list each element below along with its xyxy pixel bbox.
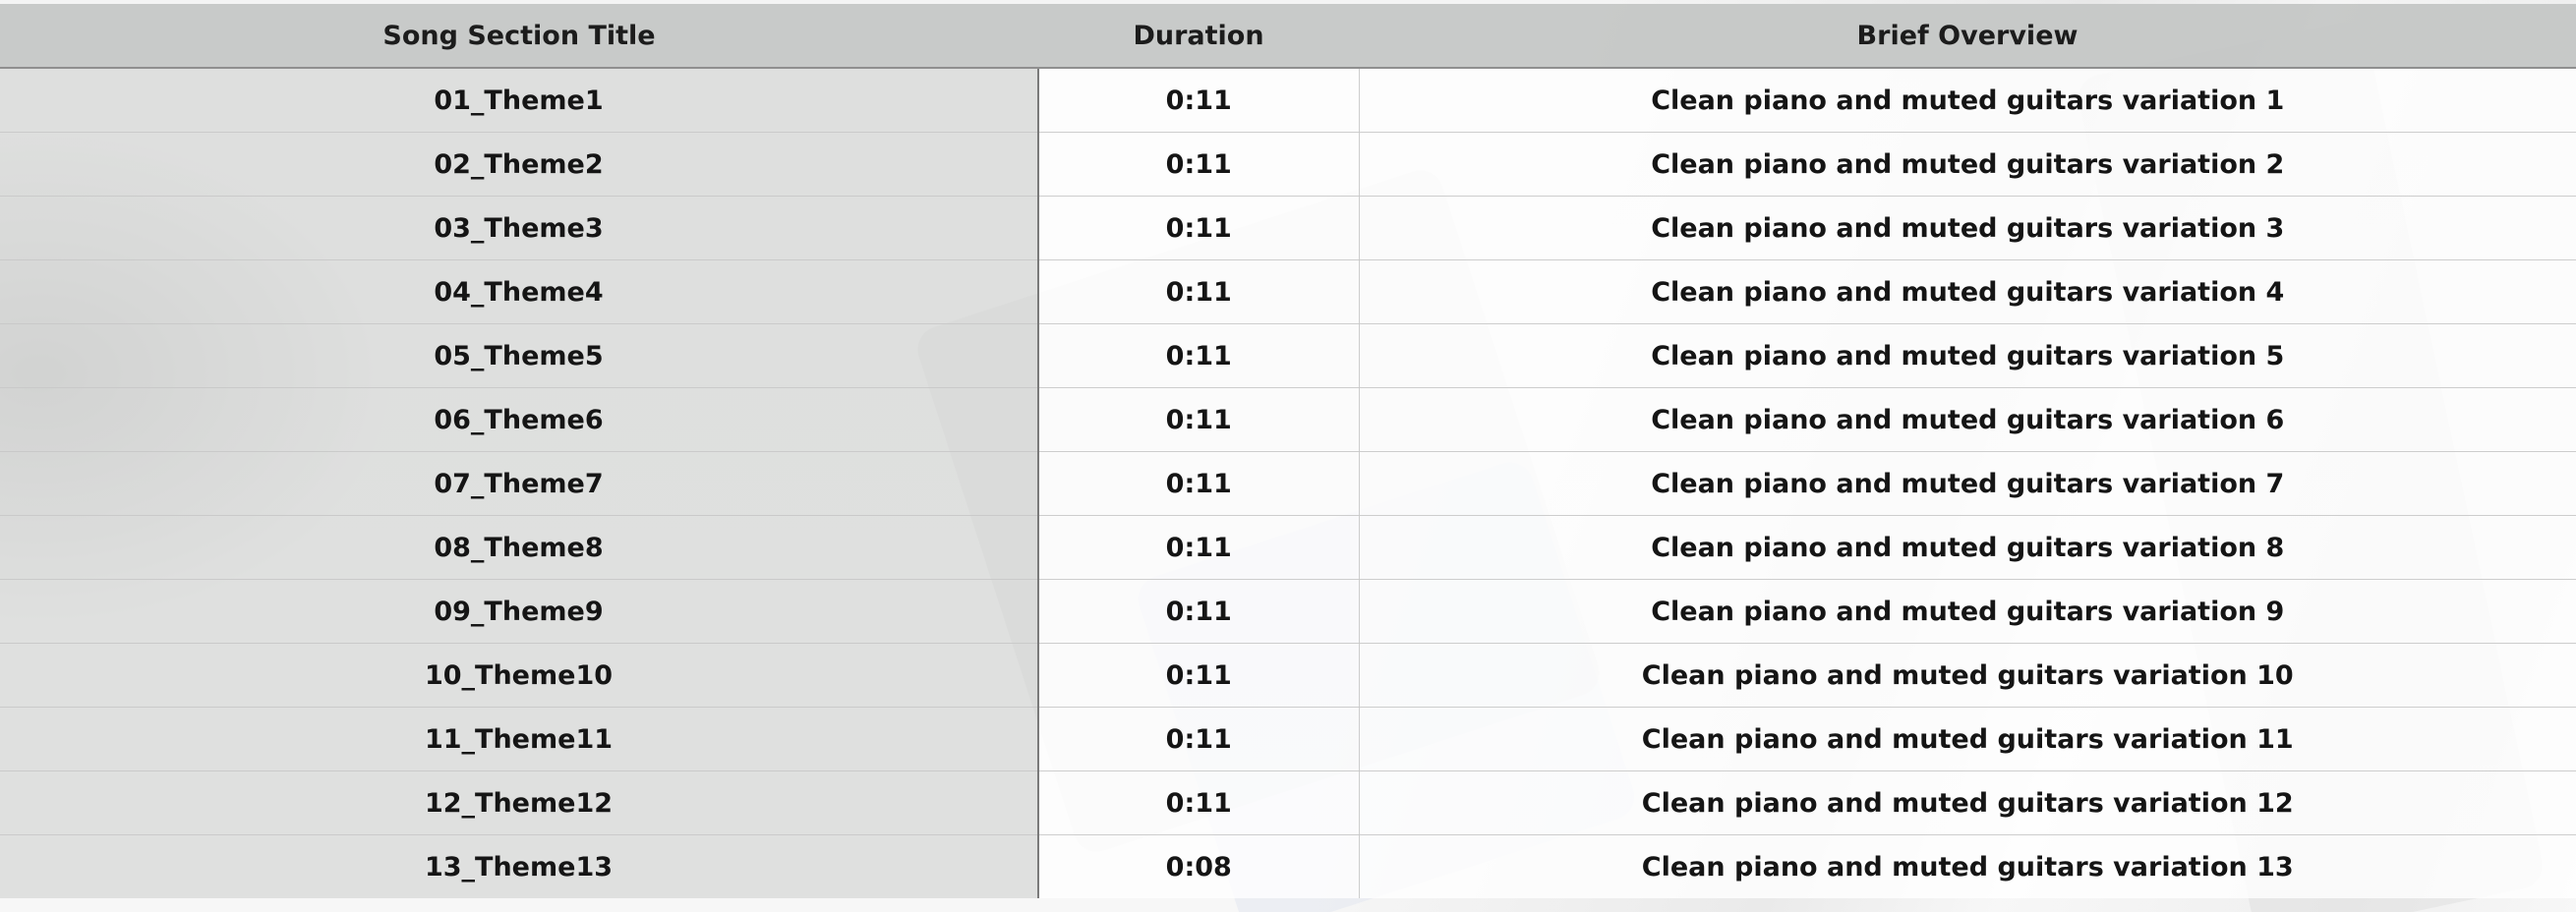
brief-overview-cell: Clean piano and muted guitars variation …: [1359, 68, 2576, 133]
duration-cell: 0:11: [1038, 387, 1360, 452]
table-header: Song Section Title Duration Brief Overvi…: [0, 4, 2576, 69]
brief-overview-cell: Clean piano and muted guitars variation …: [1359, 323, 2576, 388]
duration-cell: 0:11: [1038, 770, 1360, 835]
header-row: Song Section Title Duration Brief Overvi…: [0, 4, 2576, 69]
song-section-title-cell: 04_Theme4: [0, 259, 1039, 324]
table-body: 01_Theme1 0:11 Clean piano and muted gui…: [0, 68, 2576, 898]
song-section-title-cell: 07_Theme7: [0, 451, 1039, 516]
duration-cell: 0:11: [1038, 323, 1360, 388]
duration-cell: 0:11: [1038, 68, 1360, 133]
table-row: 09_Theme9 0:11 Clean piano and muted gui…: [0, 579, 2576, 644]
table-row: 07_Theme7 0:11 Clean piano and muted gui…: [0, 451, 2576, 516]
brief-overview-cell: Clean piano and muted guitars variation …: [1359, 707, 2576, 771]
brief-overview-cell: Clean piano and muted guitars variation …: [1359, 770, 2576, 835]
duration-cell: 0:11: [1038, 196, 1360, 260]
duration-cell: 0:11: [1038, 451, 1360, 516]
song-section-title-cell: 10_Theme10: [0, 643, 1039, 708]
song-section-title-cell: 03_Theme3: [0, 196, 1039, 260]
duration-cell: 0:11: [1038, 579, 1360, 644]
duration-cell: 0:11: [1038, 259, 1360, 324]
duration-cell: 0:11: [1038, 132, 1360, 197]
table-row: 02_Theme2 0:11 Clean piano and muted gui…: [0, 132, 2576, 197]
table-row: 04_Theme4 0:11 Clean piano and muted gui…: [0, 259, 2576, 324]
table-row: 11_Theme11 0:11 Clean piano and muted gu…: [0, 707, 2576, 771]
table-row: 12_Theme12 0:11 Clean piano and muted gu…: [0, 770, 2576, 835]
duration-cell: 0:11: [1038, 707, 1360, 771]
song-sections-table: Song Section Title Duration Brief Overvi…: [0, 4, 2576, 898]
table-row: 08_Theme8 0:11 Clean piano and muted gui…: [0, 515, 2576, 580]
duration-cell: 0:11: [1038, 643, 1360, 708]
table-row: 13_Theme13 0:08 Clean piano and muted gu…: [0, 834, 2576, 898]
table-row: 01_Theme1 0:11 Clean piano and muted gui…: [0, 68, 2576, 133]
song-section-title-cell: 12_Theme12: [0, 770, 1039, 835]
song-sections-table-container: Song Section Title Duration Brief Overvi…: [0, 4, 2576, 898]
brief-overview-cell: Clean piano and muted guitars variation …: [1359, 515, 2576, 580]
brief-overview-cell: Clean piano and muted guitars variation …: [1359, 643, 2576, 708]
song-section-title-cell: 13_Theme13: [0, 834, 1039, 898]
brief-overview-cell: Clean piano and muted guitars variation …: [1359, 451, 2576, 516]
song-section-title-cell: 05_Theme5: [0, 323, 1039, 388]
column-header-duration: Duration: [1038, 4, 1359, 69]
duration-cell: 0:11: [1038, 515, 1360, 580]
table-row: 05_Theme5 0:11 Clean piano and muted gui…: [0, 323, 2576, 388]
song-section-title-cell: 09_Theme9: [0, 579, 1039, 644]
duration-cell: 0:08: [1038, 834, 1360, 898]
column-header-brief-overview: Brief Overview: [1359, 4, 2576, 69]
brief-overview-cell: Clean piano and muted guitars variation …: [1359, 259, 2576, 324]
column-header-song-section-title: Song Section Title: [0, 4, 1038, 69]
song-section-title-cell: 01_Theme1: [0, 68, 1039, 133]
table-row: 06_Theme6 0:11 Clean piano and muted gui…: [0, 387, 2576, 452]
song-section-title-cell: 06_Theme6: [0, 387, 1039, 452]
table-row: 03_Theme3 0:11 Clean piano and muted gui…: [0, 196, 2576, 260]
song-section-title-cell: 02_Theme2: [0, 132, 1039, 197]
brief-overview-cell: Clean piano and muted guitars variation …: [1359, 196, 2576, 260]
brief-overview-cell: Clean piano and muted guitars variation …: [1359, 579, 2576, 644]
brief-overview-cell: Clean piano and muted guitars variation …: [1359, 387, 2576, 452]
song-section-title-cell: 11_Theme11: [0, 707, 1039, 771]
table-row: 10_Theme10 0:11 Clean piano and muted gu…: [0, 643, 2576, 708]
brief-overview-cell: Clean piano and muted guitars variation …: [1359, 834, 2576, 898]
brief-overview-cell: Clean piano and muted guitars variation …: [1359, 132, 2576, 197]
song-section-title-cell: 08_Theme8: [0, 515, 1039, 580]
